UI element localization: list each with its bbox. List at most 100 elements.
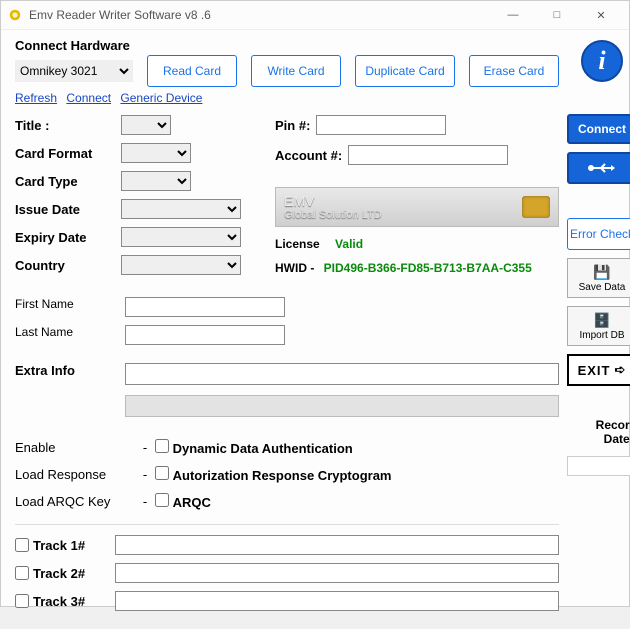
error-check-button[interactable]: Error Check — [567, 218, 630, 250]
window-title: Emv Reader Writer Software v8 .6 — [29, 8, 491, 22]
chip-icon — [522, 196, 550, 218]
brand-line2: Global Solution LTD — [284, 209, 382, 221]
card-format-label: Card Format — [15, 146, 115, 161]
app-window: Emv Reader Writer Software v8 .6 — □ ✕ C… — [0, 0, 630, 607]
hwid-row: HWID - PID496-B366-FD85-B713-B7AA-C355 — [275, 261, 559, 275]
extra-info-input[interactable] — [125, 363, 559, 385]
floppy-icon: 💾 — [593, 264, 610, 281]
hardware-device-select[interactable]: Omnikey 3021 — [15, 60, 133, 82]
enable-label: Enable — [15, 440, 135, 455]
exit-button[interactable]: EXIT ➪ — [567, 354, 630, 386]
refresh-link[interactable]: Refresh — [15, 91, 57, 105]
close-button[interactable]: ✕ — [579, 1, 623, 29]
mid-grid: Title : Card Format Card Type Issue Date — [15, 115, 559, 283]
mid-left: Title : Card Format Card Type Issue Date — [15, 115, 265, 283]
track3-checkbox[interactable] — [15, 594, 29, 608]
hwid-label: HWID - — [275, 261, 314, 275]
track2-input[interactable] — [115, 563, 559, 583]
brand-text: EMV Global Solution LTD — [284, 193, 382, 221]
window-controls: — □ ✕ — [491, 1, 623, 29]
arc-checkbox[interactable] — [155, 466, 169, 480]
brand-card: EMV Global Solution LTD — [275, 187, 559, 227]
pin-input[interactable] — [316, 115, 446, 135]
generic-device-link[interactable]: Generic Device — [120, 91, 202, 105]
account-input[interactable] — [348, 145, 508, 165]
record-date-label: Record Date : — [567, 418, 630, 446]
usb-button[interactable] — [567, 152, 630, 184]
hwid-value: PID496-B366-FD85-B713-B7AA-C355 — [324, 261, 532, 275]
content-area: Connect Hardware Omnikey 3021 Read Card … — [1, 30, 629, 629]
first-name-label: First Name — [15, 297, 125, 317]
connect-hardware-label: Connect Hardware — [15, 38, 559, 53]
dda-row: Dynamic Data Authentication — [155, 439, 559, 456]
dda-checkbox[interactable] — [155, 439, 169, 453]
arqc-checkbox[interactable] — [155, 493, 169, 507]
arc-row: Autorization Response Cryptogram — [155, 466, 559, 483]
track3-label: Track 3# — [33, 594, 85, 609]
import-db-label: Import DB — [579, 330, 624, 341]
issue-date-select[interactable] — [121, 199, 241, 219]
status-bar — [125, 395, 559, 417]
track2-label: Track 2# — [33, 566, 85, 581]
country-label: Country — [15, 258, 115, 273]
track2-row: Track 2# — [15, 566, 107, 581]
save-data-label: Save Data — [579, 282, 626, 293]
last-name-input[interactable] — [125, 325, 285, 345]
track3-row: Track 3# — [15, 594, 107, 609]
names-grid: First Name Last Name — [15, 297, 559, 345]
license-row: License Valid — [275, 237, 559, 251]
expiry-date-select[interactable] — [121, 227, 241, 247]
dda-label: Dynamic Data Authentication — [173, 441, 353, 456]
last-name-label: Last Name — [15, 325, 125, 345]
minimize-button[interactable]: — — [491, 1, 535, 29]
left-column: Connect Hardware Omnikey 3021 Read Card … — [15, 38, 559, 619]
duplicate-card-button[interactable]: Duplicate Card — [355, 55, 455, 87]
brand-line1: EMV — [284, 193, 382, 209]
hardware-links: Refresh Connect Generic Device — [15, 91, 559, 105]
exit-label: EXIT — [578, 363, 611, 378]
write-card-button[interactable]: Write Card — [251, 55, 341, 87]
card-type-select[interactable] — [121, 171, 191, 191]
card-type-label: Card Type — [15, 174, 115, 189]
extra-info-label: Extra Info — [15, 363, 109, 378]
expiry-date-label: Expiry Date — [15, 230, 115, 245]
track-block: Track 1# Track 2# Track 3# — [15, 524, 559, 619]
country-select[interactable] — [121, 255, 241, 275]
right-column: i Connect Error Check 💾 Save Data 🗄️ Imp… — [567, 38, 630, 619]
app-icon — [7, 7, 23, 23]
save-data-button[interactable]: 💾 Save Data — [567, 258, 630, 298]
track1-checkbox[interactable] — [15, 538, 29, 552]
license-label: License — [275, 237, 320, 251]
top-row: Omnikey 3021 Read Card Write Card Duplic… — [15, 55, 559, 87]
erase-card-button[interactable]: Erase Card — [469, 55, 559, 87]
track1-label: Track 1# — [33, 538, 85, 553]
track1-row: Track 1# — [15, 538, 107, 553]
first-name-input[interactable] — [125, 297, 285, 317]
load-arqc-label: Load ARQC Key — [15, 494, 135, 509]
usb-icon — [587, 161, 617, 175]
import-db-button[interactable]: 🗄️ Import DB — [567, 306, 630, 346]
track1-input[interactable] — [115, 535, 559, 555]
arqc-label: ARQC — [173, 495, 211, 510]
exit-arrow-icon: ➪ — [615, 362, 627, 378]
database-icon: 🗄️ — [593, 312, 610, 329]
arc-label: Autorization Response Cryptogram — [173, 468, 392, 483]
title-label: Title : — [15, 118, 115, 133]
pin-label: Pin #: — [275, 118, 310, 133]
title-select[interactable] — [121, 115, 171, 135]
read-card-button[interactable]: Read Card — [147, 55, 237, 87]
check-grid: Enable - Dynamic Data Authentication Loa… — [15, 439, 559, 510]
track2-checkbox[interactable] — [15, 566, 29, 580]
card-format-select[interactable] — [121, 143, 191, 163]
issue-date-label: Issue Date — [15, 202, 115, 217]
extra-info-row: Extra Info — [15, 363, 559, 385]
track3-input[interactable] — [115, 591, 559, 611]
connect-button[interactable]: Connect — [567, 114, 630, 144]
info-button[interactable]: i — [581, 40, 623, 82]
arqc-row: ARQC — [155, 493, 559, 510]
connect-link[interactable]: Connect — [66, 91, 111, 105]
maximize-button[interactable]: □ — [535, 1, 579, 29]
account-label: Account #: — [275, 148, 342, 163]
load-response-label: Load Response — [15, 467, 135, 482]
license-status: Valid — [335, 237, 363, 251]
